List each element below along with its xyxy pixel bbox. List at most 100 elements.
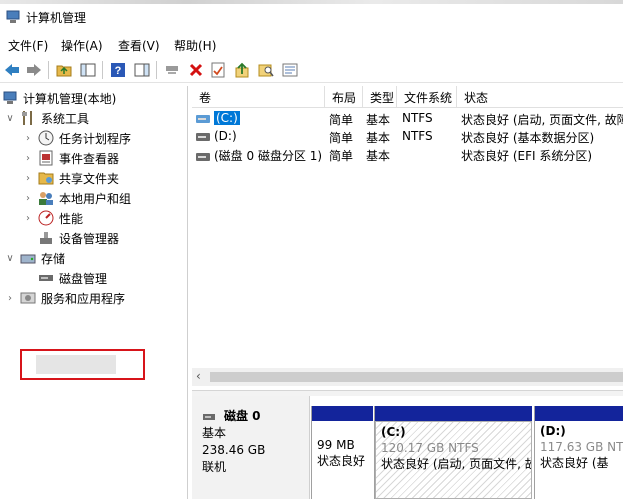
- clock-icon: [38, 130, 54, 146]
- table-row[interactable]: (磁盘 0 磁盘分区 1) 简单 基本 状态良好 (EFI 系统分区): [192, 145, 623, 163]
- forward-arrow-icon[interactable]: [24, 60, 44, 80]
- tree-label: 任务计划程序: [59, 131, 132, 146]
- check-properties-icon[interactable]: [208, 60, 228, 80]
- highlight-box: [20, 349, 145, 380]
- chevron-right-icon[interactable]: ›: [22, 153, 34, 164]
- up-folder-icon[interactable]: [54, 60, 74, 80]
- chevron-down-icon[interactable]: ∨: [4, 253, 16, 264]
- disk-map: 磁盘 0 基本 238.46 GB 联机 99 MB 状态良好 (C:) 120…: [192, 396, 623, 499]
- partition-bar: [312, 406, 373, 421]
- volume-icon: [196, 152, 210, 161]
- tree-item-task-scheduler[interactable]: › 任务计划程序: [22, 128, 131, 148]
- partition-status: 状态良好 (启动, 页面文件, 故: [381, 457, 532, 471]
- disk-icon: [203, 413, 215, 420]
- column-header-type[interactable]: 类型: [363, 86, 397, 108]
- status-cell: 状态良好 (基本数据分区): [461, 131, 595, 145]
- performance-icon: [38, 210, 54, 226]
- partition-c[interactable]: (C:) 120.17 GB NTFS 状态良好 (启动, 页面文件, 故: [374, 406, 532, 499]
- storage-icon: [20, 250, 36, 266]
- horizontal-scrollbar[interactable]: ‹: [192, 368, 623, 386]
- menu-file[interactable]: 文件(F): [8, 37, 48, 54]
- column-header-layout[interactable]: 布局: [325, 86, 363, 108]
- disk-state: 联机: [202, 460, 227, 474]
- search-folder-icon[interactable]: [256, 60, 276, 80]
- chevron-right-icon[interactable]: ›: [22, 133, 34, 144]
- scroll-left-icon[interactable]: ‹: [196, 369, 201, 383]
- list-view-icon[interactable]: [280, 60, 300, 80]
- disk-management-icon: [38, 270, 54, 286]
- partition-status: 状态良好: [317, 454, 366, 468]
- table-row[interactable]: (C:) 简单 基本 NTFS 状态良好 (启动, 页面文件, 故障: [192, 109, 623, 127]
- delete-icon[interactable]: [186, 60, 206, 80]
- partition-status: 状态良好 (基: [540, 456, 609, 470]
- status-cell: 状态良好 (EFI 系统分区): [461, 149, 593, 163]
- tree-item-services[interactable]: › 服务和应用程序: [4, 288, 125, 308]
- table-row[interactable]: (D:) 简单 基本 NTFS 状态良好 (基本数据分区): [192, 127, 623, 145]
- partition-size: 117.63 GB NT: [540, 440, 623, 454]
- type-cell: 基本: [366, 149, 391, 163]
- scrollbar-thumb[interactable]: [210, 372, 623, 382]
- menu-action[interactable]: 操作(A): [61, 37, 103, 54]
- partition-size: 99 MB: [317, 438, 355, 452]
- services-icon: [20, 290, 36, 306]
- disk-size: 238.46 GB: [202, 443, 266, 457]
- back-arrow-icon[interactable]: [2, 60, 22, 80]
- export-up-icon[interactable]: [232, 60, 252, 80]
- partition-bar: [375, 406, 532, 421]
- show-hide-tree-icon[interactable]: [78, 60, 98, 80]
- chevron-down-icon[interactable]: ∨: [4, 113, 16, 124]
- tree-item-local-users[interactable]: › 本地用户和组: [22, 188, 131, 208]
- computer-management-icon: [2, 90, 18, 106]
- partition-size: 120.17 GB NTFS: [381, 441, 479, 455]
- title-strip: [0, 0, 623, 4]
- chevron-right-icon[interactable]: ›: [22, 213, 34, 224]
- disk-kind: 基本: [202, 426, 227, 440]
- layout-cell: 简单: [329, 149, 354, 163]
- menu-view[interactable]: 查看(V): [118, 37, 160, 54]
- type-cell: 基本: [366, 131, 391, 145]
- tree-label: 本地用户和组: [59, 191, 132, 206]
- navigation-tree: 计算机管理(本地) ∨ 系统工具 › 任务计划程序 › 事件查看器 › 共享文件…: [0, 86, 188, 499]
- tree-item-disk-management[interactable]: 磁盘管理: [38, 268, 107, 288]
- partition-bar: [535, 406, 623, 421]
- partition-label: (D:): [540, 424, 566, 438]
- menu-help[interactable]: 帮助(H): [174, 37, 216, 54]
- column-header-filesystem[interactable]: 文件系统: [397, 86, 457, 108]
- tree-label: 磁盘管理: [59, 271, 108, 286]
- column-header-status[interactable]: 状态: [457, 86, 623, 108]
- tree-item-storage[interactable]: ∨ 存储: [4, 248, 65, 268]
- chevron-right-icon[interactable]: ›: [4, 293, 16, 304]
- volume-list: 卷 布局 类型 文件系统 状态 (C:) 简单 基本 NTFS 状态良好 (启动…: [192, 86, 623, 390]
- tree-root[interactable]: 计算机管理(本地): [2, 88, 116, 108]
- title-bar: 计算机管理: [0, 0, 623, 32]
- tree-label: 服务和应用程序: [41, 291, 126, 306]
- menu-bar: 文件(F) 操作(A) 查看(V) 帮助(H): [0, 34, 623, 56]
- help-icon[interactable]: ?: [108, 60, 128, 80]
- tools-icon: [20, 110, 36, 126]
- svg-text:?: ?: [115, 65, 122, 77]
- chevron-right-icon[interactable]: ›: [22, 193, 34, 204]
- tree-item-shared-folders[interactable]: › 共享文件夹: [22, 168, 119, 188]
- layout-cell: 简单: [329, 131, 354, 145]
- tree-item-system-tools[interactable]: ∨ 系统工具: [4, 108, 89, 128]
- tree-label: 设备管理器: [59, 231, 120, 246]
- connect-drive-icon[interactable]: [162, 60, 182, 80]
- partition-label: (C:): [381, 425, 406, 439]
- chevron-right-icon[interactable]: ›: [22, 173, 34, 184]
- computer-management-icon: [6, 10, 20, 23]
- disk-name: 磁盘 0: [224, 409, 261, 423]
- partition-d[interactable]: (D:) 117.63 GB NT 状态良好 (基: [534, 406, 623, 499]
- volume-name: (C:): [214, 111, 240, 125]
- tree-item-device-manager[interactable]: 设备管理器: [38, 228, 119, 248]
- column-header-volume[interactable]: 卷: [192, 86, 325, 108]
- partition-efi[interactable]: 99 MB 状态良好: [311, 406, 373, 499]
- type-cell: 基本: [366, 113, 391, 127]
- properties-pane-icon[interactable]: [132, 60, 152, 80]
- disk-0-info[interactable]: 磁盘 0 基本 238.46 GB 联机: [192, 396, 310, 499]
- tree-item-performance[interactable]: › 性能: [22, 208, 83, 228]
- volume-icon: [196, 132, 210, 141]
- tree-item-event-viewer[interactable]: › 事件查看器: [22, 148, 119, 168]
- filesystem-cell: NTFS: [402, 129, 433, 143]
- shared-folder-icon: [38, 170, 54, 186]
- tree-root-label: 计算机管理(本地): [23, 91, 117, 106]
